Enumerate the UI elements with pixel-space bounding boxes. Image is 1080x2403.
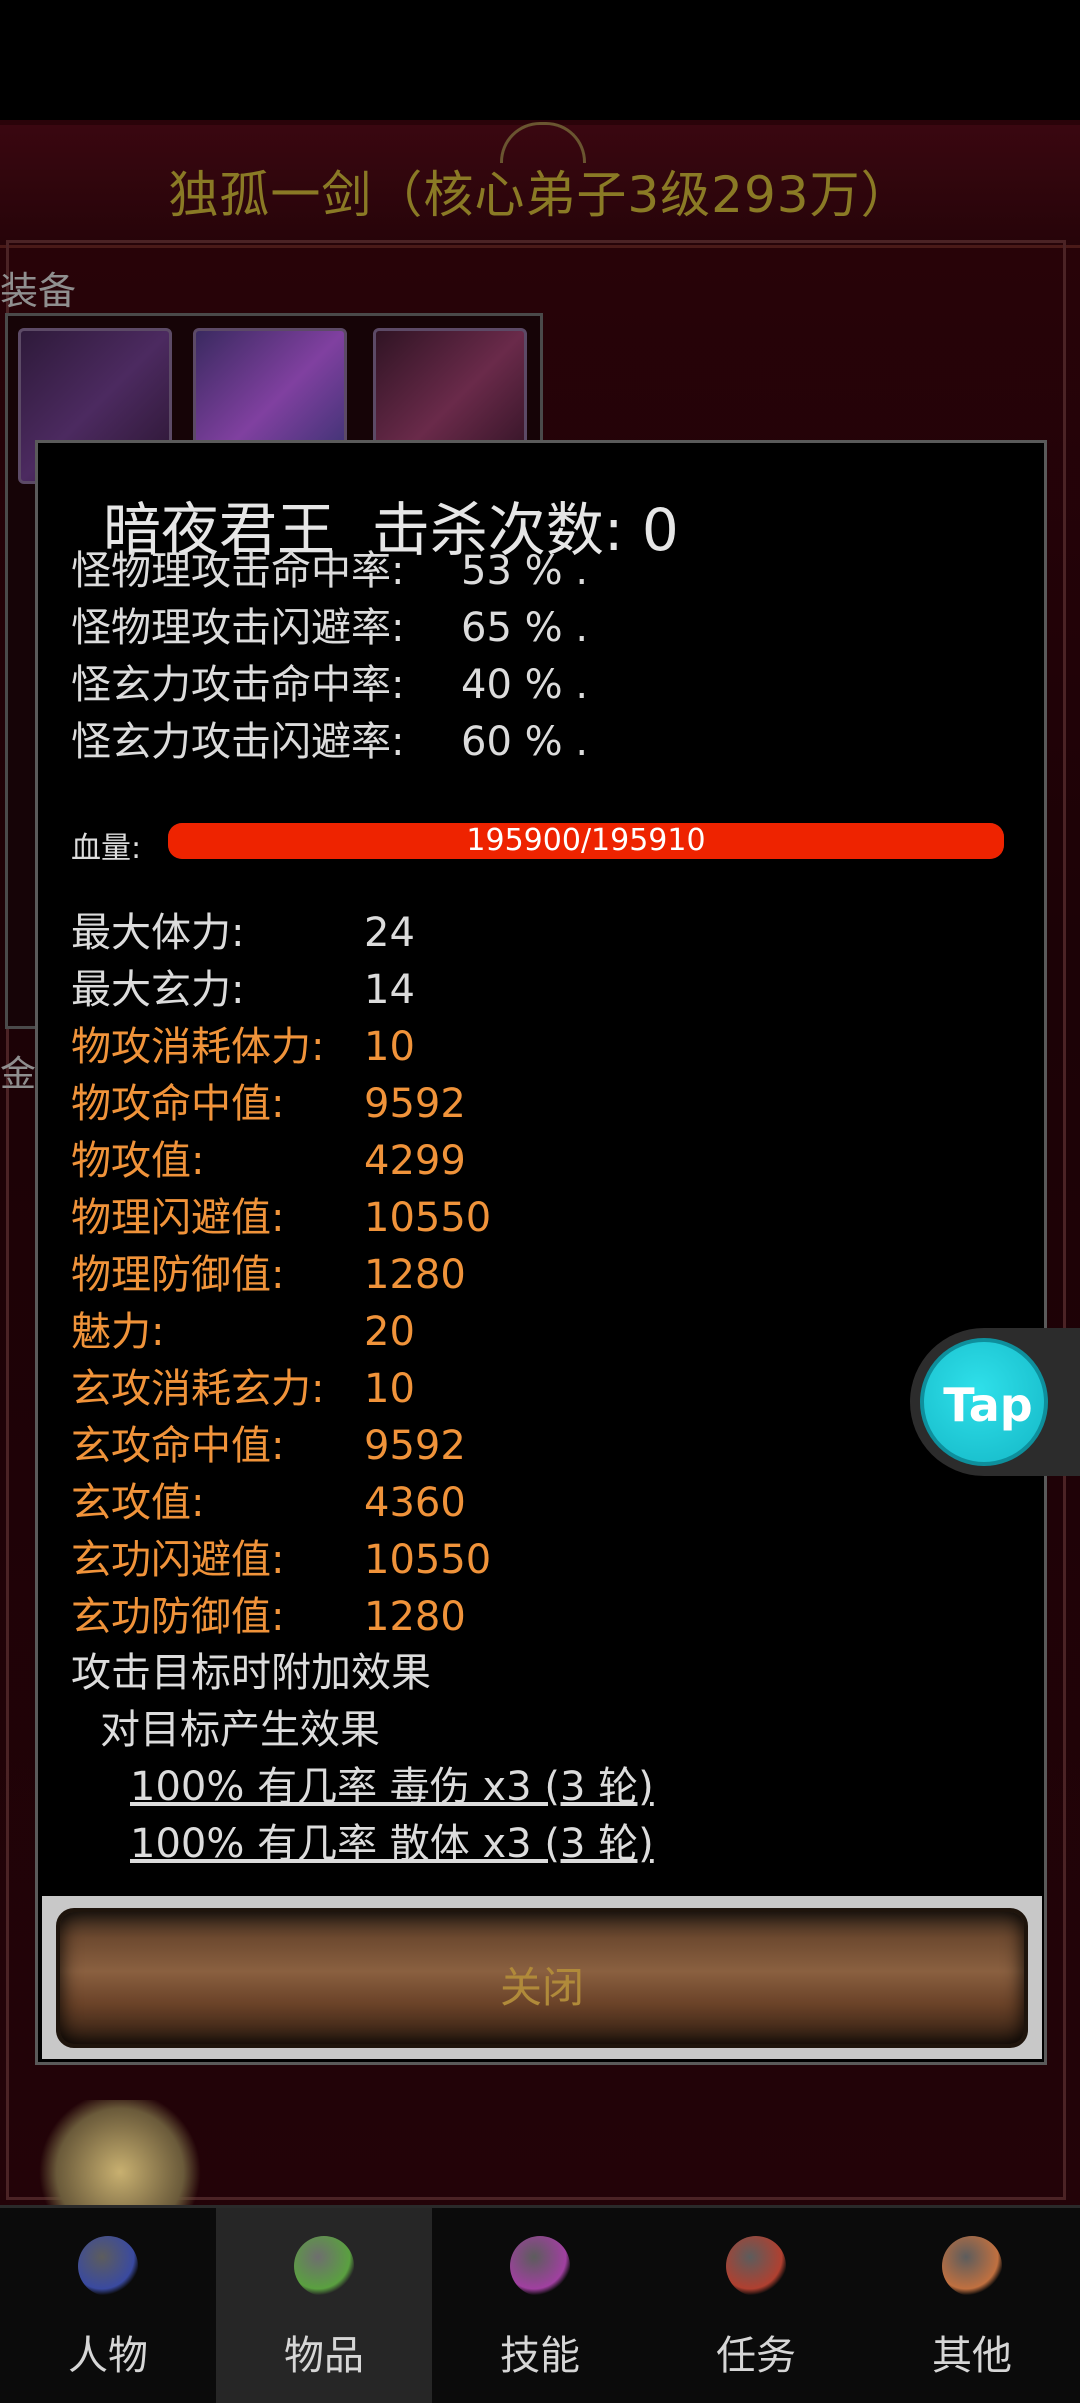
- quest-icon: [726, 2236, 786, 2296]
- stat-value: 10550: [364, 1195, 492, 1241]
- nav-item[interactable]: 物品: [216, 2208, 432, 2403]
- kill-count-value: 0: [641, 496, 679, 564]
- stat-label: 魅力:: [71, 1309, 165, 1355]
- hp-label: 血量:: [71, 831, 142, 866]
- character-title: 独孤一剑（核心弟子3级293万）: [168, 166, 912, 224]
- stat-row: 物理防御值: 1280: [71, 1242, 466, 1300]
- stat-label: 玄功防御值:: [71, 1594, 285, 1640]
- rate-value: 60 % .: [461, 719, 589, 765]
- stat-label: 物攻命中值:: [71, 1081, 285, 1127]
- stat-label: 物理防御值:: [71, 1252, 285, 1298]
- stat-row: 最大体力: 24: [71, 900, 415, 958]
- bottom-nav: 人物 物品 技能 任务 其他: [0, 2205, 1080, 2403]
- rate-row: 怪物理攻击命中率: 53 % .: [71, 538, 588, 596]
- character-icon: [78, 2236, 138, 2296]
- stat-value: 10: [364, 1024, 415, 1070]
- effects-heading: 攻击目标时附加效果: [71, 1650, 431, 1696]
- skill-orb-icon: [510, 2236, 570, 2296]
- close-button-container: 关闭: [42, 1896, 1042, 2059]
- stat-value: 1280: [364, 1594, 466, 1640]
- stat-label: 最大体力:: [71, 910, 245, 956]
- nav-label: 人物: [68, 2333, 148, 2379]
- rate-row: 怪玄力攻击闪避率: 60 % .: [71, 709, 588, 767]
- stat-row: 玄攻命中值: 9592: [71, 1413, 466, 1471]
- stat-value: 4299: [364, 1138, 466, 1184]
- potion-icon: [294, 2236, 354, 2296]
- nav-label: 任务: [716, 2333, 796, 2379]
- stat-value: 24: [364, 910, 415, 956]
- rate-row: 怪玄力攻击命中率: 40 % .: [71, 652, 588, 710]
- stat-row: 玄功闪避值: 10550: [71, 1527, 491, 1585]
- close-button-label: 关闭: [499, 1963, 584, 2012]
- tools-icon: [942, 2236, 1002, 2296]
- stat-row: 物理闪避值: 10550: [71, 1185, 491, 1243]
- stat-value: 9592: [364, 1081, 466, 1127]
- tap-icon: Tap: [920, 1338, 1048, 1466]
- equipment-label: 装备: [0, 269, 77, 313]
- nav-item[interactable]: 人物: [0, 2208, 216, 2403]
- stat-label: 物攻消耗体力:: [71, 1024, 325, 1070]
- close-button[interactable]: 关闭: [56, 1908, 1028, 2048]
- nav-item[interactable]: 任务: [648, 2208, 864, 2403]
- stat-value: 4360: [364, 1480, 466, 1526]
- stat-row: 最大玄力: 14: [71, 957, 415, 1015]
- hp-value: 195900/195910: [466, 823, 706, 858]
- status-bar-area: [0, 0, 1080, 120]
- rate-label: 怪物理攻击命中率:: [71, 548, 405, 594]
- stat-row: 物攻命中值: 9592: [71, 1071, 466, 1129]
- stat-label: 玄攻值:: [71, 1480, 205, 1526]
- stat-label: 物理闪避值:: [71, 1195, 285, 1241]
- stat-row: 魅力: 20: [71, 1299, 415, 1357]
- monster-info-dialog: 暗夜君王 击杀次数: 0 怪物理攻击命中率: 53 % . 怪物理攻击闪避率: 65 …: [35, 440, 1047, 2065]
- effect-item[interactable]: 100% 有几率 毒伤 x3 (3 轮): [130, 1754, 654, 1812]
- stat-value: 10: [364, 1366, 415, 1412]
- rate-label: 怪物理攻击闪避率:: [71, 605, 405, 651]
- tap-label: Tap: [943, 1378, 1033, 1432]
- stat-row: 玄攻值: 4360: [71, 1470, 466, 1528]
- stat-value: 1280: [364, 1252, 466, 1298]
- rate-label: 怪玄力攻击命中率:: [71, 662, 405, 708]
- stat-label: 物攻值:: [71, 1138, 205, 1184]
- rate-value: 40 % .: [461, 662, 589, 708]
- monster-avatar: [30, 2100, 210, 2220]
- stat-value: 10550: [364, 1537, 492, 1583]
- stat-row: 玄功防御值: 1280: [71, 1584, 466, 1642]
- nav-item[interactable]: 其他: [864, 2208, 1080, 2403]
- stat-label: 玄攻消耗玄力:: [71, 1366, 325, 1412]
- stat-row: 物攻消耗体力: 10: [71, 1014, 415, 1072]
- stat-value: 9592: [364, 1423, 466, 1469]
- rate-label: 怪玄力攻击闪避率:: [71, 719, 405, 765]
- stat-label: 玄功闪避值:: [71, 1537, 285, 1583]
- effect-item[interactable]: 100% 有几率 散体 x3 (3 轮): [130, 1811, 654, 1869]
- hp-bar: 195900/195910: [168, 823, 1004, 859]
- tap-float-button[interactable]: Tap: [910, 1328, 1080, 1476]
- effects-subheading: 对目标产生效果: [100, 1707, 380, 1753]
- rate-value: 53 % .: [461, 548, 589, 594]
- stat-label: 玄攻命中值:: [71, 1423, 285, 1469]
- stat-row: 玄攻消耗玄力: 10: [71, 1356, 415, 1414]
- stat-value: 20: [364, 1309, 415, 1355]
- nav-item[interactable]: 技能: [432, 2208, 648, 2403]
- stat-label: 最大玄力:: [71, 967, 245, 1013]
- nav-label: 其他: [932, 2333, 1012, 2379]
- nav-label: 技能: [500, 2333, 580, 2379]
- nav-label: 物品: [284, 2333, 364, 2379]
- stat-row: 物攻值: 4299: [71, 1128, 466, 1186]
- rate-value: 65 % .: [461, 605, 589, 651]
- stat-value: 14: [364, 967, 415, 1013]
- rate-row: 怪物理攻击闪避率: 65 % .: [71, 595, 588, 653]
